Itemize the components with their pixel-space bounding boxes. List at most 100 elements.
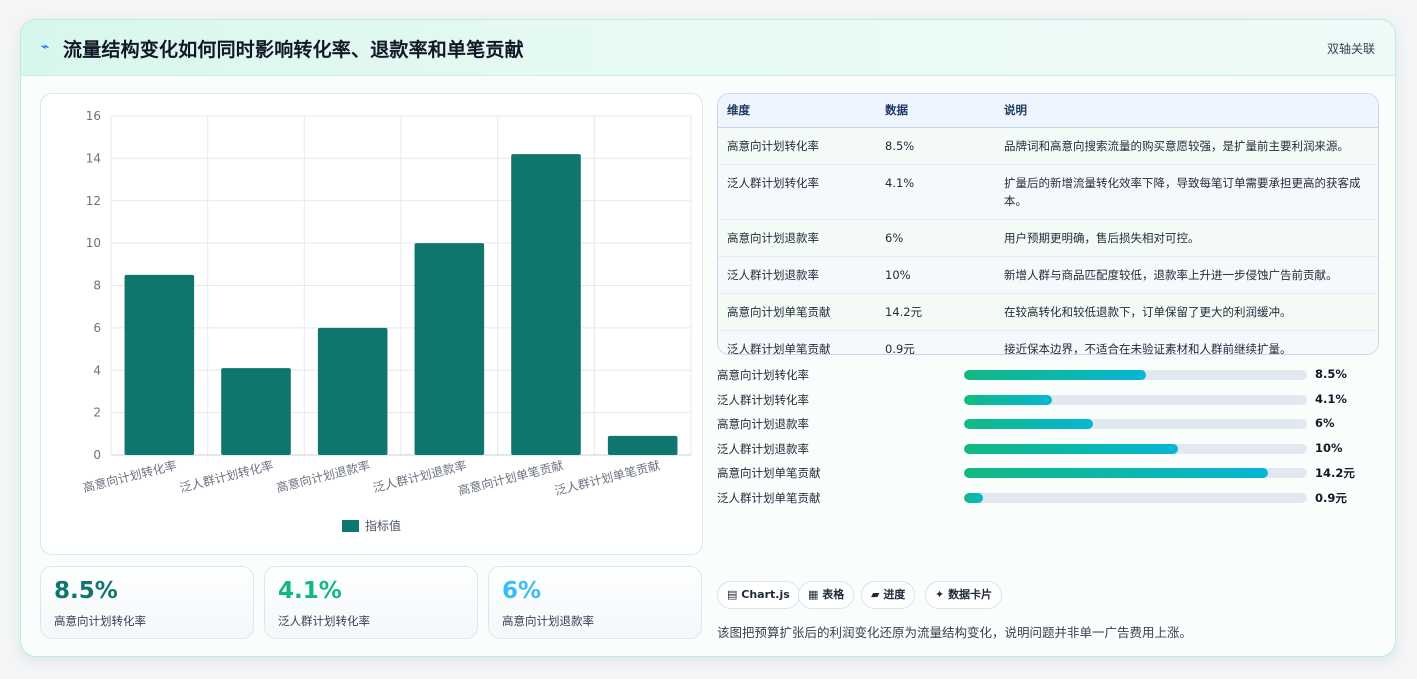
progress-value: 14.2元: [1315, 466, 1355, 481]
progress-value: 0.9元: [1315, 491, 1347, 505]
dashboard-card: ⌁ 流量结构变化如何同时影响转化率、退款率和单笔贡献 双轴关联 0 2 4 6 8 10 1…: [20, 19, 1396, 657]
progress-track: [964, 468, 1307, 479]
progress-row: 高意向计划单笔贡献 14.2元: [717, 464, 1379, 484]
column-header: 维度: [718, 94, 876, 128]
table-row: 高意向计划转化率 8.5% 品牌词和高意向搜索流量的购买意愿较强，是扩量前主要利…: [718, 127, 1378, 165]
progress-label: 高意向计划单笔贡献: [717, 466, 821, 481]
progress-label: 泛人群计划转化率: [717, 392, 809, 407]
table-cell: 高意向计划转化率: [718, 127, 876, 165]
y-tick-label: 8: [93, 279, 101, 293]
x-tick-label: 高意向计划转化率: [81, 457, 178, 495]
progress-value: 10%: [1315, 440, 1343, 455]
tag-chartjs[interactable]: ▤ Chart.js: [717, 581, 800, 609]
table-row: 泛人群计划退款率 10% 新增人群与商品匹配度较低，退款率上升进一步侵蚀广告前贡…: [718, 256, 1378, 294]
page-title: 流量结构变化如何同时影响转化率、退款率和单笔贡献: [63, 39, 524, 61]
table-cell: 0.9元: [876, 330, 995, 354]
table-cell: 6%: [876, 219, 995, 257]
progress-label: 泛人群计划单笔贡献: [717, 491, 821, 505]
progress-track: [964, 394, 1307, 405]
progress-value: 4.1%: [1315, 391, 1347, 406]
progress-icon: ▰: [871, 588, 880, 601]
table-cell: 泛人群计划退款率: [718, 256, 876, 294]
column-header: 数据: [876, 94, 995, 128]
progress-track: [964, 493, 1307, 503]
tag-progress[interactable]: ▰ 进度: [861, 581, 916, 609]
table-cell: 扩量后的新增流量转化效率下降，导致每笔订单需要承担更高的获客成本。: [995, 164, 1378, 220]
progress-fill: [964, 370, 1147, 380]
header-badge: 双轴关联: [1326, 42, 1375, 56]
x-tick-label: 高意向计划单笔贡献: [456, 457, 564, 498]
card-header: ⌁ 流量结构变化如何同时影响转化率、退款率和单笔贡献 双轴关联: [21, 20, 1395, 76]
table-cell: 在较高转化和较低退款下，订单保留了更大的利润缓冲。: [995, 293, 1378, 331]
table-cell: 接近保本边界，不适合在未验证素材和人群前继续扩量。: [995, 330, 1378, 354]
table-cell: 泛人群计划转化率: [718, 164, 876, 220]
progress-value: 6%: [1315, 416, 1335, 431]
progress-label: 泛人群计划退款率: [717, 441, 809, 456]
table-row: 高意向计划单笔贡献 14.2元 在较高转化和较低退款下，订单保留了更大的利润缓冲…: [718, 293, 1378, 331]
tag-label: Chart.js: [741, 588, 790, 601]
footnote: 该图把预算扩张后的利润变化还原为流量结构变化，说明问题并非单一广告费用上涨。: [717, 625, 1193, 640]
legend-swatch: [342, 520, 359, 532]
bar: [607, 435, 678, 455]
progress-row: 高意向计划退款率 6%: [717, 415, 1379, 435]
y-tick-label: 16: [86, 109, 101, 123]
table-cell: 高意向计划退款率: [718, 219, 876, 257]
y-tick-label: 6: [93, 321, 101, 335]
chart-icon: ▤: [727, 588, 738, 601]
table-cell: 14.2元: [876, 293, 995, 331]
progress-row: 泛人群计划转化率 4.1%: [717, 391, 1379, 411]
progress-label: 高意向计划转化率: [717, 368, 809, 382]
kpi-card: 8.5% 高意向计划转化率: [40, 566, 254, 639]
tag-label: 表格: [822, 588, 845, 601]
table-cell: 4.1%: [876, 164, 995, 220]
kpi-card: 4.1% 泛人群计划转化率: [264, 566, 478, 639]
bar-chart: 0246810121416高意向计划转化率 泛人群计划转化率 高意向计划退款率 泛人群…: [81, 109, 692, 533]
table-cell: 泛人群计划单笔贡献: [718, 330, 876, 354]
progress-fill: [964, 419, 1093, 430]
column-header: 说明: [995, 94, 1378, 128]
kpi-value: 4.1%: [278, 578, 342, 604]
y-tick-label: 10: [86, 236, 101, 250]
tag-table[interactable]: ▦ 表格: [798, 581, 855, 609]
progress-track: [964, 443, 1307, 454]
progress-row: 泛人群计划单笔贡献 0.9元: [717, 489, 1379, 509]
table-row: 泛人群计划单笔贡献 0.9元 接近保本边界，不适合在未验证素材和人群前继续扩量。: [718, 330, 1378, 354]
table-icon: ▦: [808, 588, 819, 601]
progress-track: [964, 419, 1307, 430]
x-tick-label: 高意向计划退款率: [275, 457, 372, 495]
bar-chart-panel: 0 2 4 6 8 10 12 14 16 高意向计划转化率 泛人群计划转化率 高意向计划退款率 泛人群…: [40, 93, 703, 555]
progress-fill: [964, 394, 1052, 405]
progress-fill: [964, 468, 1269, 479]
kpi-card: 6% 高意向计划退款率: [488, 566, 702, 639]
x-tick-label: 泛人群计划单笔贡献: [553, 457, 661, 498]
lightning-icon: ⌁: [41, 39, 50, 55]
x-tick-label: 泛人群计划转化率: [178, 457, 275, 495]
progress-row: 高意向计划转化率 8.5%: [717, 366, 1379, 386]
bar: [221, 368, 291, 455]
y-tick-label: 4: [93, 363, 101, 377]
progress-row: 泛人群计划退款率 10%: [717, 440, 1379, 460]
y-tick-label: 14: [86, 151, 101, 165]
kpi-label: 高意向计划转化率: [54, 614, 146, 628]
legend-label: 指标值: [365, 518, 401, 533]
kpi-label: 泛人群计划转化率: [278, 614, 370, 628]
kpi-value: 8.5%: [54, 578, 118, 604]
progress-fill: [964, 493, 984, 503]
table-cell: 品牌词和高意向搜索流量的购买意愿较强，是扩量前主要利润来源。: [995, 127, 1378, 165]
bar: [124, 274, 195, 455]
progress-label: 高意向计划退款率: [717, 417, 809, 432]
y-tick-label: 0: [93, 448, 101, 462]
kpi-value: 6%: [502, 578, 542, 604]
tag-data-card[interactable]: ✦ 数据卡片: [925, 581, 1003, 609]
bar: [317, 327, 388, 455]
tag-label: 数据卡片: [948, 588, 993, 601]
sparkle-icon: ✦: [935, 588, 945, 601]
table-row: 泛人群计划转化率 4.1% 扩量后的新增流量转化效率下降，导致每笔订单需要承担更…: [718, 164, 1378, 220]
table-cell: 8.5%: [876, 127, 995, 165]
progress-track: [964, 370, 1307, 380]
data-table: 维度 数据 说明 高意向计划转化率 8.5% 品牌词和高意向搜索流量的购买意愿较…: [717, 93, 1379, 355]
x-tick-label: 泛人群计划退款率: [371, 457, 468, 495]
kpi-label: 高意向计划退款率: [502, 614, 594, 628]
bar: [511, 154, 581, 455]
y-tick-label: 12: [86, 194, 101, 208]
